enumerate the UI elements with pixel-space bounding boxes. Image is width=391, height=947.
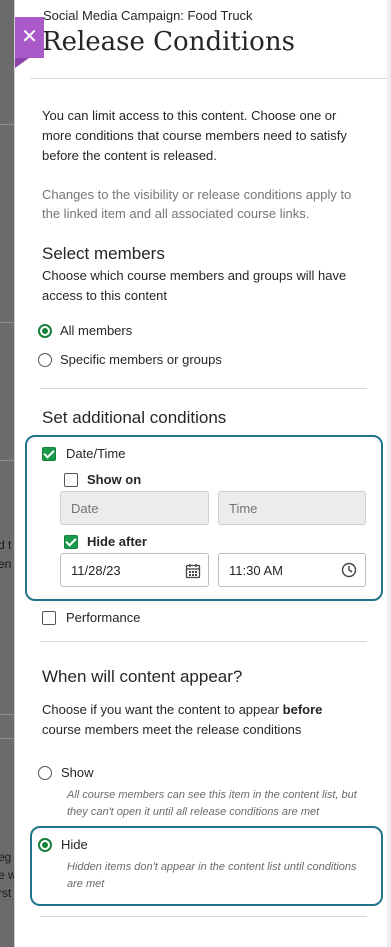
- panel-header: Social Media Campaign: Food Truck Releas…: [30, 0, 391, 79]
- performance-checkbox[interactable]: [42, 611, 56, 625]
- clock-icon[interactable]: [341, 562, 357, 578]
- intro-text: more conditions that course members need…: [42, 128, 347, 143]
- close-button[interactable]: ✕: [15, 17, 44, 58]
- background-text: d t: [0, 538, 12, 552]
- checkbox-label[interactable]: Performance: [66, 610, 140, 625]
- checkbox-label[interactable]: Show on: [87, 472, 141, 487]
- content-appear-desc: course members meet the release conditio…: [42, 722, 302, 737]
- divider: [0, 322, 14, 323]
- datetime-checkbox[interactable]: [42, 447, 56, 461]
- hide-after-checkbox[interactable]: [64, 535, 78, 549]
- divider: [0, 460, 14, 461]
- calendar-icon[interactable]: [185, 563, 201, 579]
- additional-conditions-heading: Set additional conditions: [42, 408, 227, 427]
- close-button-tail: [15, 58, 29, 68]
- radio-label[interactable]: Show: [61, 765, 94, 780]
- intro-text: before the content is released.: [42, 148, 217, 163]
- divider: [40, 641, 367, 642]
- breadcrumb: Social Media Campaign: Food Truck: [43, 8, 253, 23]
- divider: [0, 714, 14, 715]
- scrollbar[interactable]: [387, 0, 391, 947]
- checkbox-label[interactable]: Date/Time: [66, 446, 125, 461]
- show-help-text: they can't open it until all release con…: [67, 806, 320, 818]
- divider: [0, 738, 14, 739]
- radio-hide[interactable]: [38, 838, 52, 852]
- background-text: eg: [0, 850, 12, 864]
- content-appear-desc: Choose if you want the content to appear…: [42, 702, 323, 717]
- show-on-checkbox[interactable]: [64, 473, 78, 487]
- radio-all-members[interactable]: [38, 324, 52, 338]
- show-on-time-input[interactable]: [218, 491, 366, 525]
- divider: [40, 388, 367, 389]
- content-appear-heading: When will content appear?: [42, 667, 243, 686]
- intro-text: You can limit access to this content. Ch…: [42, 108, 337, 123]
- radio-show[interactable]: [38, 766, 52, 780]
- radio-label[interactable]: Hide: [61, 837, 88, 852]
- background-page: d t en eg e w rst: [0, 0, 14, 947]
- background-text: rst: [0, 886, 12, 900]
- radio-specific-members[interactable]: [38, 353, 52, 367]
- radio-label[interactable]: Specific members or groups: [60, 352, 222, 367]
- hide-help-text: are met: [67, 878, 105, 890]
- visibility-note: the linked item and all associated cours…: [42, 206, 310, 221]
- visibility-note: Changes to the visibility or release con…: [42, 187, 352, 202]
- close-icon: ✕: [21, 26, 38, 48]
- divider: [40, 916, 367, 917]
- radio-label[interactable]: All members: [60, 323, 132, 338]
- select-members-heading: Select members: [42, 244, 165, 263]
- show-help-text: All course members can see this item in …: [67, 789, 357, 801]
- page-title: Release Conditions: [42, 27, 295, 57]
- hide-help-text: Hidden items don't appear in the content…: [67, 861, 357, 873]
- show-on-date-input[interactable]: [60, 491, 209, 525]
- select-members-desc: access to this content: [42, 288, 168, 303]
- select-members-desc: Choose which course members and groups w…: [42, 268, 347, 283]
- background-text: en: [0, 557, 12, 571]
- background-text: e w: [0, 868, 14, 882]
- checkbox-label[interactable]: Hide after: [87, 534, 147, 549]
- divider: [0, 124, 14, 125]
